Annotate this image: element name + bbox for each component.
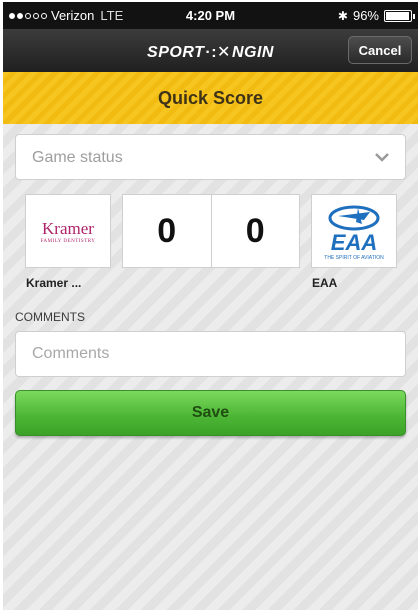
game-status-placeholder: Game status [32,149,123,166]
home-team-name: Kramer ... [26,276,82,290]
home-team-logo: Kramer FAMILY DENTISTRY [25,194,111,268]
status-bar: Verizon LTE 4:20 PM ✱ 96% [3,2,418,29]
quick-score-form: Game status Kramer FAMILY DENTISTRY 0 0 … [3,124,418,610]
title-band: Quick Score [3,72,418,124]
score-box: 0 0 [122,194,300,268]
home-team-logo-text: Kramer [42,218,94,238]
comments-input[interactable] [15,331,406,377]
save-button[interactable]: Save [15,390,406,436]
away-team-logo-subtext: THE SPIRIT OF AVIATION [324,255,384,261]
eaa-airplane-icon: EAA THE SPIRIT OF AVIATION [324,205,384,261]
logo-mark-icon: ·:✕ [205,44,231,61]
phone-screen: Verizon LTE 4:20 PM ✱ 96% SPORT·:✕NGIN C… [3,2,418,610]
away-team-logo-text: EAA [331,230,377,255]
away-team-name: EAA [312,276,338,290]
chevron-down-icon [375,153,389,162]
home-score[interactable]: 0 [123,195,212,267]
home-team-logo-subtext: FAMILY DENTISTRY [40,238,96,244]
status-right: ✱ 96% [337,8,415,23]
bluetooth-icon: ✱ [337,8,348,23]
battery-icon [384,9,415,22]
away-score[interactable]: 0 [212,195,300,267]
nav-bar: SPORT·:✕NGIN Cancel [3,29,418,72]
cancel-button[interactable]: Cancel [348,36,412,64]
page-title: Quick Score [157,87,264,108]
comments-label: COMMENTS [15,310,85,324]
battery-percent: 96% [352,8,379,23]
away-team-logo: EAA THE SPIRIT OF AVIATION [311,194,397,268]
game-status-select[interactable]: Game status [15,134,406,180]
